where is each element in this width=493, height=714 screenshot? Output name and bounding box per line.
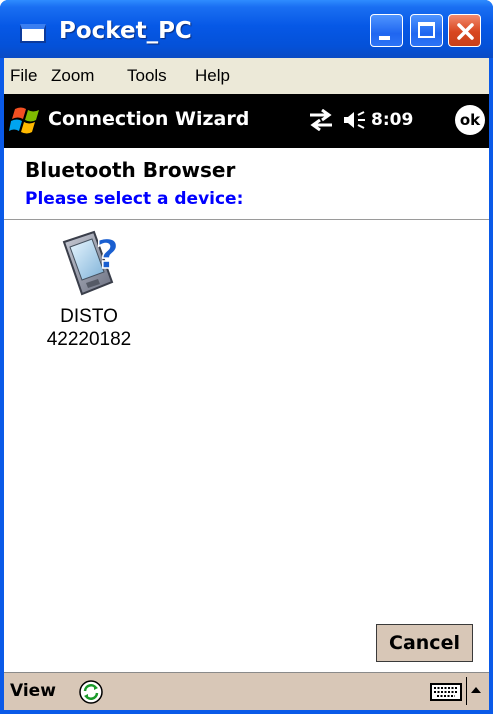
ok-button[interactable]: ok xyxy=(455,105,485,135)
unknown-device-icon: ? xyxy=(62,230,120,296)
maximize-icon xyxy=(418,22,435,38)
refresh-icon[interactable] xyxy=(78,679,104,705)
client-area: File Zoom Tools Help Connection Wizard 8… xyxy=(4,58,489,710)
page-subtitle: Please select a device: xyxy=(25,189,244,209)
device-item[interactable]: ? DISTO 42220182 xyxy=(24,228,154,358)
command-bar: View xyxy=(4,672,489,710)
window-app-icon xyxy=(20,24,46,43)
start-flag-icon[interactable] xyxy=(9,105,43,137)
close-icon xyxy=(457,23,474,40)
input-menu-arrow-icon[interactable] xyxy=(470,685,482,695)
page-title: Bluetooth Browser xyxy=(25,158,236,182)
maximize-button[interactable] xyxy=(410,14,443,47)
menu-bar: File Zoom Tools Help xyxy=(4,58,489,94)
nav-title: Connection Wizard xyxy=(48,108,250,130)
cancel-button[interactable]: Cancel xyxy=(376,624,473,662)
navigation-bar: Connection Wizard 8:09 ok xyxy=(4,94,489,148)
device-name: DISTO 42220182 xyxy=(24,305,154,351)
volume-icon[interactable] xyxy=(342,109,368,131)
menu-tools[interactable]: Tools xyxy=(127,66,167,86)
title-bar[interactable]: Pocket_PC xyxy=(0,0,493,58)
minimize-icon xyxy=(379,36,390,40)
menu-zoom[interactable]: Zoom xyxy=(51,66,94,86)
pocket-pc-window: Pocket_PC File Zoom Tools Help Connectio… xyxy=(0,0,493,714)
page-header: Bluetooth Browser Please select a device… xyxy=(4,148,489,220)
clock[interactable]: 8:09 xyxy=(371,110,413,130)
keyboard-icon[interactable] xyxy=(430,683,462,701)
minimize-button[interactable] xyxy=(370,14,403,47)
view-menu[interactable]: View xyxy=(10,681,56,701)
close-button[interactable] xyxy=(448,14,481,47)
input-panel-separator xyxy=(466,677,467,705)
device-name-line1: DISTO xyxy=(60,306,118,327)
svg-text:?: ? xyxy=(96,232,119,278)
window-title: Pocket_PC xyxy=(59,18,192,44)
menu-help[interactable]: Help xyxy=(195,66,230,86)
connectivity-icon[interactable] xyxy=(308,109,334,131)
device-name-line2: 42220182 xyxy=(46,329,132,350)
menu-file[interactable]: File xyxy=(10,66,37,86)
